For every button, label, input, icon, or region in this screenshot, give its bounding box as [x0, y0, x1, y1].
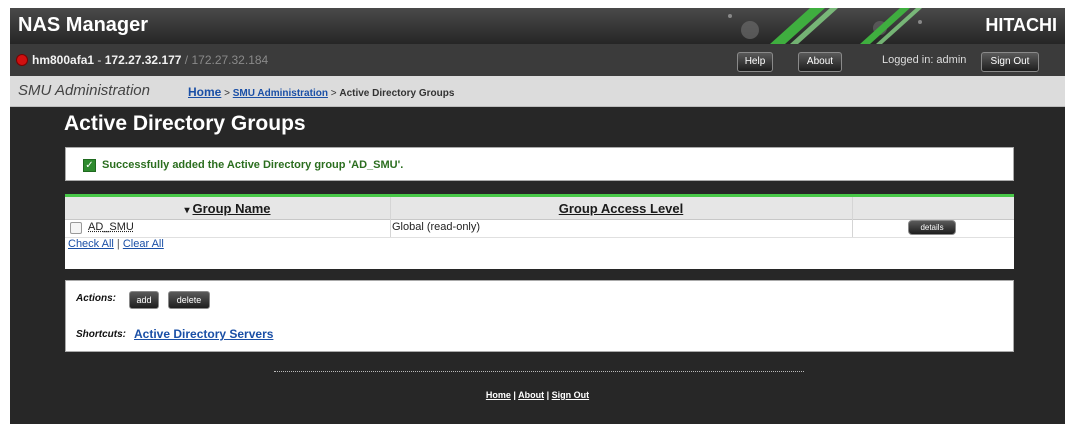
clear-all-link[interactable]: Clear All — [123, 238, 164, 250]
section-title: SMU Administration — [18, 82, 150, 99]
about-button[interactable]: About — [798, 52, 842, 72]
row-checkbox[interactable] — [70, 222, 82, 234]
status-dot-icon — [16, 54, 28, 66]
footer-separator: | — [510, 390, 519, 400]
help-button[interactable]: Help — [737, 52, 773, 72]
host-info: hm800afa1 - 172.27.32.177 / 172.27.32.18… — [32, 53, 268, 67]
breadcrumb-separator: > — [327, 88, 340, 99]
sign-out-button[interactable]: Sign Out — [981, 52, 1039, 72]
active-directory-servers-link[interactable]: Active Directory Servers — [134, 327, 273, 341]
app-title: NAS Manager — [18, 14, 149, 36]
breadcrumb: Home > SMU Administration > Active Direc… — [188, 85, 454, 99]
breadcrumb-bar: SMU Administration Home > SMU Administra… — [10, 76, 1065, 107]
host-separator: - — [94, 53, 105, 67]
check-controls: Check All | Clear All — [68, 238, 164, 250]
footer-home-link[interactable]: Home — [486, 390, 511, 400]
host-alt-ip: / 172.27.32.184 — [181, 53, 269, 67]
column-header-access-level[interactable]: Group Access Level — [390, 200, 852, 218]
breadcrumb-smu-admin-link[interactable]: SMU Administration — [233, 88, 328, 99]
actions-panel: Actions: add delete Shortcuts: Active Di… — [65, 280, 1014, 352]
group-name-cell: AD_SMU — [88, 221, 134, 233]
details-button[interactable]: details — [908, 220, 956, 235]
delete-button[interactable]: delete — [168, 291, 210, 309]
page-title: Active Directory Groups — [64, 112, 306, 135]
header-decoration-icon — [728, 8, 922, 44]
top-header: NAS Manager HITACHI — [10, 8, 1065, 44]
host-bar: hm800afa1 - 172.27.32.177 / 172.27.32.18… — [10, 44, 1065, 76]
host-ip: 172.27.32.177 — [104, 53, 182, 67]
brand-logo: HITACHI — [985, 15, 1057, 35]
add-button[interactable]: add — [129, 291, 159, 309]
footer-about-link[interactable]: About — [518, 390, 544, 400]
host-name: hm800afa1 — [32, 53, 95, 67]
checkbox-checked-icon: ✓ — [83, 159, 96, 172]
footer-separator: | — [544, 390, 552, 400]
check-all-link[interactable]: Check All — [68, 238, 114, 250]
table-row: AD_SMU Global (read-only) details — [65, 219, 1014, 238]
footer: Home | About | Sign Out — [10, 390, 1065, 400]
sort-down-icon: ▾ — [184, 205, 190, 216]
column-header-group-name[interactable]: ▾ Group Name — [65, 200, 390, 218]
success-message: Successfully added the Active Directory … — [102, 159, 404, 171]
logged-in-label: Logged in: admin — [882, 54, 967, 66]
breadcrumb-current: Active Directory Groups — [339, 88, 455, 99]
breadcrumb-home-link[interactable]: Home — [188, 85, 221, 99]
footer-divider — [274, 371, 804, 372]
success-message-box: ✓ Successfully added the Active Director… — [65, 147, 1014, 181]
footer-sign-out-link[interactable]: Sign Out — [552, 390, 590, 400]
app-frame: NAS Manager HITACHI hm800afa1 - 172.27.3… — [10, 8, 1065, 424]
groups-table: ▾ Group Name Group Access Level AD_SMU Gl… — [65, 194, 1014, 269]
group-name-header-label: Group Name — [192, 201, 271, 216]
shortcuts-label: Shortcuts: — [76, 329, 126, 340]
actions-label: Actions: — [76, 293, 116, 304]
check-separator: | — [113, 238, 123, 250]
access-level-cell: Global (read-only) — [392, 221, 481, 233]
breadcrumb-separator: > — [221, 88, 233, 99]
